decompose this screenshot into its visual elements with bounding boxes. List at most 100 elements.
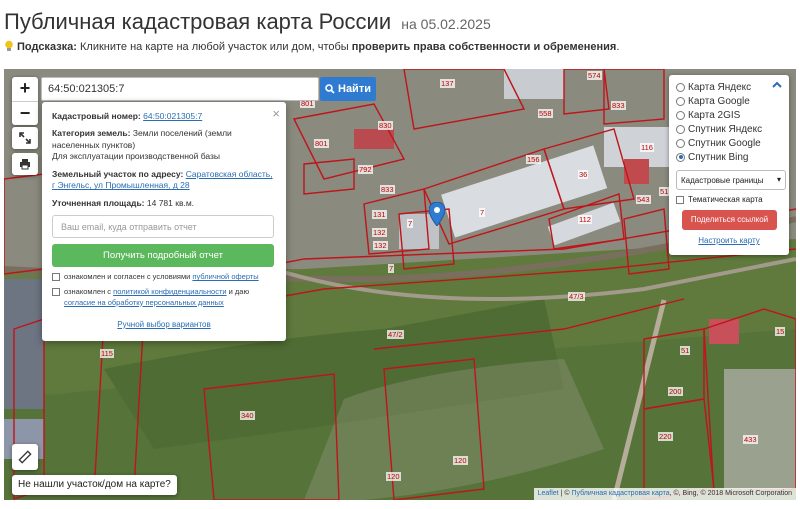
not-found-button[interactable]: Не нашли участок/дом на карте?	[12, 475, 177, 495]
title-date: на 05.02.2025	[401, 16, 491, 32]
plot-label: 7	[388, 264, 395, 273]
plot-label: 51	[659, 187, 670, 196]
ruler-icon	[18, 450, 32, 464]
plot-label: 7	[407, 219, 414, 228]
plot-label: 132	[373, 241, 388, 250]
attribution-rest: , ©, Bing, © 2018 Microsoft Corporation	[669, 490, 792, 497]
cadastral-label: Кадастровый номер:	[52, 111, 141, 121]
zoom-out-button[interactable]: −	[12, 101, 38, 125]
hint-line: Подсказка: Кликните на карте на любой уч…	[4, 40, 619, 53]
layer-label: Карта 2GIS	[688, 109, 741, 121]
leaflet-link[interactable]: Leaflet	[538, 490, 559, 497]
radio-selected-icon	[676, 152, 685, 162]
plot-label: 120	[453, 456, 468, 465]
cadastral-number-row: Кадастровый номер: 64:50:021305:7	[52, 111, 276, 122]
thematic-checkbox[interactable]	[676, 195, 684, 204]
plot-label: 47/2	[387, 330, 404, 339]
plot-label: 112	[578, 215, 592, 224]
hint-end: .	[616, 41, 620, 53]
plot-label: 47/3	[568, 292, 585, 301]
measure-button[interactable]	[12, 444, 38, 470]
radio-icon	[676, 124, 685, 134]
search-input[interactable]: 64:50:021305:7	[41, 77, 319, 101]
cadastral-link[interactable]: 64:50:021305:7	[143, 111, 202, 121]
plot-label: 433	[743, 435, 758, 444]
page-title: Публичная кадастровая карта России на 05…	[4, 9, 491, 35]
printer-icon	[20, 159, 30, 170]
address-label: Земельный участок по адресу:	[52, 168, 184, 179]
personal-data-link[interactable]: согласие на обработку персональных данны…	[64, 298, 224, 307]
radio-icon	[676, 82, 685, 92]
hint-bold: проверить права собственности и обремене…	[351, 41, 617, 53]
search-icon	[325, 84, 335, 94]
map-attribution: Leaflet | © Публичная кадастровая карта,…	[533, 488, 796, 500]
layer-yandex-satellite[interactable]: Спутник Яндекс	[676, 122, 782, 136]
plot-label: 200	[668, 387, 683, 396]
page-header: Публичная кадастровая карта России на 05…	[0, 0, 800, 68]
plot-label: 15	[775, 327, 786, 336]
manual-selection-link[interactable]: Ручной выбор вариантов	[117, 320, 210, 329]
plot-label: 340	[240, 411, 255, 420]
layer-label: Карта Яндекс	[688, 81, 752, 93]
boundaries-select-value: Кадастровые границы	[681, 176, 764, 185]
plot-label: 36	[578, 170, 589, 179]
plot-label: 156	[526, 155, 541, 164]
location-pin-icon[interactable]	[429, 202, 445, 226]
privacy-consent: ознакомлен с политикой конфиденциальност…	[52, 287, 276, 307]
offer-checkbox[interactable]	[52, 273, 60, 282]
privacy-checkbox[interactable]	[52, 288, 60, 297]
plot-label: 543	[636, 195, 651, 204]
plot-label: 51	[680, 346, 691, 355]
search-button[interactable]: Найти	[320, 77, 376, 101]
plot-label: 558	[538, 109, 553, 118]
chevron-up-icon[interactable]	[772, 81, 782, 89]
land-category-row: Категория земель: Земли поселений (земли…	[52, 128, 276, 162]
map-canvas[interactable]: 137 574 558 833 830 801 792 833 156 116 …	[4, 69, 796, 500]
public-offer-link[interactable]: публичной оферты	[192, 272, 258, 281]
zoom-control: + −	[12, 77, 38, 125]
get-report-button[interactable]: Получить подробный отчет	[52, 244, 274, 268]
layer-2gis-map[interactable]: Карта 2GIS	[676, 108, 782, 122]
fullscreen-button[interactable]	[12, 127, 38, 149]
privacy-policy-link[interactable]: политикой конфиденциальности	[113, 287, 226, 296]
offer-text: ознакомлен и согласен с условиями	[64, 272, 193, 282]
cadastral-map-link[interactable]: Публичная кадастровая карта	[571, 490, 669, 497]
close-icon[interactable]: ×	[272, 106, 280, 121]
offer-consent: ознакомлен и согласен с условиями публич…	[52, 272, 276, 282]
area-label: Уточненная площадь:	[52, 197, 145, 208]
plot-label: 116	[640, 143, 654, 152]
email-field[interactable]: Ваш email, куда отправить отчет	[52, 215, 274, 239]
attribution-sep: | ©	[558, 490, 572, 497]
category-label: Категория земель:	[52, 128, 131, 139]
print-button[interactable]	[12, 153, 38, 175]
thematic-map-toggle[interactable]: Тематическая карта	[676, 195, 782, 204]
privacy-consent-text: ознакомлен с политикой конфиденциальност…	[64, 287, 276, 307]
plot-label: 132	[372, 228, 387, 237]
plot-label: 801	[314, 139, 329, 148]
layer-switcher: Карта Яндекс Карта Google Карта 2GIS Спу…	[669, 75, 789, 255]
title-text: Публичная кадастровая карта России	[4, 9, 392, 34]
share-link-button[interactable]: Поделиться ссылкой	[682, 210, 777, 230]
privacy-mid-text: и даю	[226, 287, 250, 297]
thematic-label: Тематическая карта	[688, 195, 763, 204]
lightbulb-icon	[5, 40, 13, 51]
layer-yandex-map[interactable]: Карта Яндекс	[676, 80, 782, 94]
plot-label: 137	[440, 79, 455, 88]
setup-map: Настроить карту	[676, 236, 782, 245]
layer-label: Спутник Google	[688, 137, 761, 149]
layer-google-satellite[interactable]: Спутник Google	[676, 136, 782, 150]
plot-label: 115	[100, 349, 114, 358]
search-button-label: Найти	[338, 83, 371, 95]
zoom-in-button[interactable]: +	[12, 77, 38, 101]
layer-label: Спутник Bing	[688, 151, 749, 163]
plot-label: 830	[378, 121, 393, 130]
layer-bing-satellite[interactable]: Спутник Bing	[676, 150, 782, 164]
area-row: Уточненная площадь: 14 781 кв.м.	[52, 198, 276, 209]
plot-label: 833	[380, 185, 395, 194]
hint-text: Кликните на карте на любой участок или д…	[76, 41, 352, 53]
boundaries-select[interactable]: Кадастровые границы ▾	[676, 170, 786, 190]
setup-map-link[interactable]: Настроить карту	[698, 236, 759, 245]
offer-consent-text: ознакомлен и согласен с условиями публич…	[64, 272, 259, 282]
layer-google-map[interactable]: Карта Google	[676, 94, 782, 108]
address-row: Земельный участок по адресу: Саратовская…	[52, 169, 276, 192]
